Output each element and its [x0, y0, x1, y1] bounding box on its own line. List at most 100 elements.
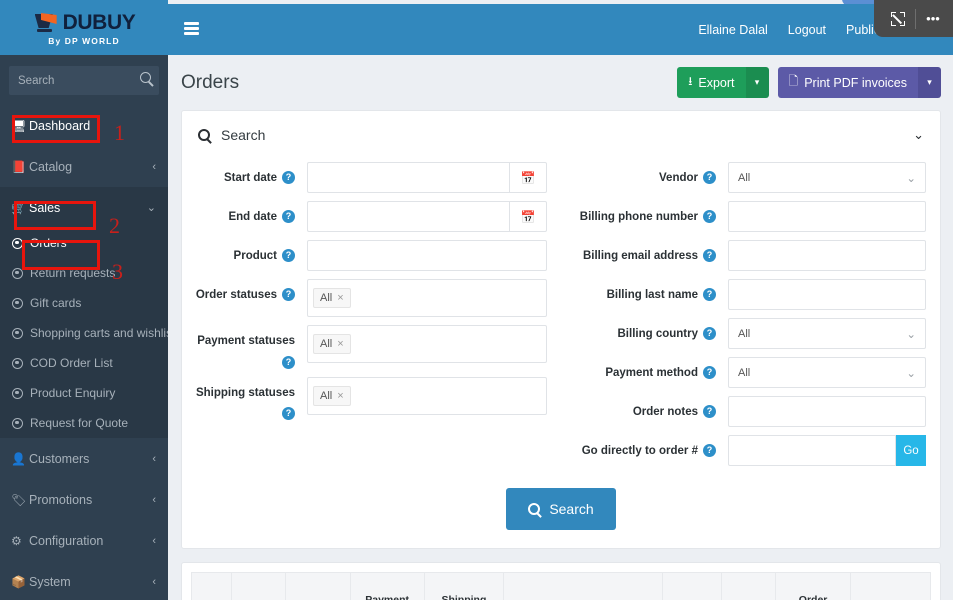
order-notes-label-wrap: Order notes?	[561, 396, 716, 421]
results-column-header[interactable]	[232, 573, 286, 600]
chevron-icon[interactable]: ‹	[152, 576, 156, 588]
selected-tag[interactable]: All×	[313, 334, 351, 354]
results-column-header[interactable]	[851, 573, 930, 600]
help-icon[interactable]: ?	[282, 356, 295, 369]
search-panel-header[interactable]: Search ⌄	[182, 111, 940, 158]
help-icon[interactable]: ?	[703, 366, 716, 379]
billing-last-name-control	[716, 279, 940, 310]
billing-country-select[interactable]: All⌄	[728, 318, 926, 349]
export-button[interactable]: ⭳ Export	[677, 67, 745, 98]
results-column-header[interactable]	[722, 573, 776, 600]
help-icon[interactable]: ?	[703, 327, 716, 340]
billing-email-address-label-wrap: Billing email address?	[561, 240, 716, 265]
field-row-product: Product?	[182, 240, 561, 271]
hamburger-icon[interactable]	[184, 22, 199, 35]
help-icon[interactable]: ?	[282, 210, 295, 223]
results-column-header[interactable]: Shipping	[425, 573, 504, 600]
chevron-icon[interactable]: ⌄	[147, 201, 156, 214]
chevron-icon[interactable]: ‹	[152, 453, 156, 465]
help-icon[interactable]: ?	[282, 407, 295, 420]
results-column-header[interactable]	[663, 573, 722, 600]
calendar-icon[interactable]: 📅	[509, 201, 547, 232]
sidebar-item-return-requests[interactable]: Return requests	[0, 258, 168, 288]
billing-email-address-input[interactable]	[728, 240, 926, 271]
payment-statuses-multiselect[interactable]: All×	[307, 325, 547, 363]
start-date-control: 📅	[295, 162, 561, 193]
cart-logo-icon	[33, 12, 59, 34]
help-icon[interactable]: ?	[282, 288, 295, 301]
go-button[interactable]: Go	[896, 435, 926, 466]
results-column-header[interactable]	[286, 573, 350, 600]
sidebar-item-catalog[interactable]: 📕Catalog‹	[0, 146, 168, 187]
brand-logo-block[interactable]: DUBUY By DP WORLD	[0, 0, 168, 55]
sidebar-item-customers[interactable]: 👤Customers‹	[0, 438, 168, 479]
help-icon[interactable]: ?	[282, 249, 295, 262]
search-panel: Search ⌄ Start date?📅End date?📅Product?O…	[181, 110, 941, 549]
ellipsis-icon[interactable]: •••	[918, 5, 948, 33]
help-icon[interactable]: ?	[703, 249, 716, 262]
billing-phone-number-input[interactable]	[728, 201, 926, 232]
start-date-input[interactable]	[307, 162, 509, 193]
billing-last-name-label: Billing last name	[607, 287, 698, 304]
go-directly-to-order-input[interactable]	[728, 435, 896, 466]
remove-tag-icon[interactable]: ×	[337, 338, 343, 350]
payment-method-select[interactable]: All⌄	[728, 357, 926, 388]
calendar-icon[interactable]: 📅	[509, 162, 547, 193]
logout-link[interactable]: Logout	[788, 23, 826, 37]
chevron-icon[interactable]: ‹	[152, 494, 156, 506]
remove-tag-icon[interactable]: ×	[337, 292, 343, 304]
vendor-select[interactable]: All⌄	[728, 162, 926, 193]
results-column-header[interactable]	[192, 573, 232, 600]
chevron-down-icon: ⌄	[906, 171, 916, 185]
sidebar-item-promotions[interactable]: 🏷Promotions‹	[0, 479, 168, 520]
pdf-file-icon: 🗋	[789, 72, 799, 93]
page-action-buttons: ⭳ Export ▾ 🗋 Print PDF invoices ▾	[677, 67, 941, 98]
chevron-icon[interactable]: ‹	[152, 161, 156, 173]
expand-icon[interactable]	[883, 5, 913, 33]
sidebar-item-gift-cards[interactable]: Gift cards	[0, 288, 168, 318]
sidebar-item-request-for-quote[interactable]: Request for Quote	[0, 408, 168, 438]
product-input[interactable]	[307, 240, 547, 271]
sidebar-item-orders[interactable]: Orders	[0, 228, 168, 258]
sidebar-item-cod-order-list[interactable]: COD Order List	[0, 348, 168, 378]
sidebar-item-system[interactable]: 📦System‹	[0, 561, 168, 600]
print-pdf-dropdown-toggle[interactable]: ▾	[918, 67, 941, 98]
help-icon[interactable]: ?	[703, 210, 716, 223]
export-dropdown-toggle[interactable]: ▾	[746, 67, 769, 98]
gears-icon: ⚙	[11, 534, 29, 548]
print-pdf-invoices-button[interactable]: 🗋 Print PDF invoices	[778, 67, 918, 98]
billing-last-name-input[interactable]	[728, 279, 926, 310]
shipping-statuses-multiselect[interactable]: All×	[307, 377, 547, 415]
order-statuses-multiselect[interactable]: All ×	[307, 279, 547, 317]
sidebar-search[interactable]	[9, 66, 159, 95]
help-icon[interactable]: ?	[703, 444, 716, 457]
remove-tag-icon[interactable]: ×	[337, 390, 343, 402]
results-column-header[interactable]: Payment	[351, 573, 425, 600]
search-submit-button[interactable]: Search	[506, 488, 615, 530]
help-icon[interactable]: ?	[703, 288, 716, 301]
sidebar-item-configuration[interactable]: ⚙Configuration‹	[0, 520, 168, 561]
order-statuses-control: All ×	[295, 279, 561, 317]
order-notes-input[interactable]	[728, 396, 926, 427]
selected-tag[interactable]: All ×	[313, 288, 351, 308]
results-column-header[interactable]	[504, 573, 662, 600]
results-column-header[interactable]: Order	[776, 573, 850, 600]
end-date-input[interactable]	[307, 201, 509, 232]
sidebar-item-sales[interactable]: 🛒Sales⌄	[0, 187, 168, 228]
help-icon[interactable]: ?	[703, 171, 716, 184]
product-label-wrap: Product?	[182, 240, 295, 265]
search-input[interactable]	[9, 75, 159, 87]
selected-tag[interactable]: All×	[313, 386, 351, 406]
page-header: Orders ⭳ Export ▾ 🗋 Print PDF invoices ▾	[168, 55, 953, 110]
chevron-icon[interactable]: ‹	[152, 535, 156, 547]
help-icon[interactable]: ?	[282, 171, 295, 184]
sidebar-item-product-enquiry[interactable]: Product Enquiry	[0, 378, 168, 408]
sidebar-item-shopping-carts-and-wishlists[interactable]: Shopping carts and wishlists	[0, 318, 168, 348]
billing-country-control: All⌄	[716, 318, 940, 349]
sidebar-item-dashboard[interactable]: 🖥Dashboard	[0, 105, 168, 146]
chevron-down-icon[interactable]: ⌄	[913, 127, 924, 143]
help-icon[interactable]: ?	[703, 405, 716, 418]
tag-label: All	[320, 292, 332, 304]
chevron-down-icon: ⌄	[906, 327, 916, 341]
user-name-link[interactable]: Ellaine Dalal	[698, 23, 767, 37]
